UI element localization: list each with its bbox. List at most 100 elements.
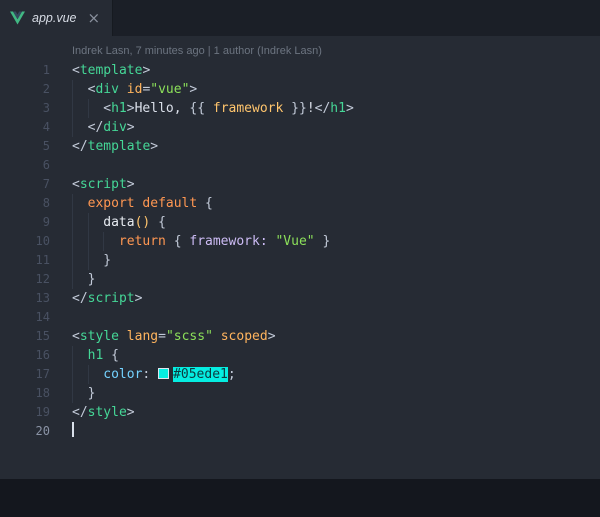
line-number: 9 [42,215,50,229]
code-token: h1 [330,101,346,116]
indent-guide [72,213,88,232]
line-number: 4 [42,120,50,134]
code-token: < [72,63,80,78]
code-line[interactable]: 11} [0,251,600,270]
editor-tab-bar: app.vue × [0,0,600,36]
color-swatch[interactable] [158,368,170,379]
line-number: 15 [35,329,50,343]
tab-app-vue[interactable]: app.vue × [0,0,114,36]
tab-filename: app.vue [32,11,77,25]
tab-close-icon[interactable]: × [87,10,100,26]
indent-guide [87,365,104,384]
code-line[interactable]: 9 data() { [0,213,600,232]
line-number: 14 [35,310,50,324]
code-token: </ [72,291,88,306]
indent-guide [72,99,88,118]
code-token: > [134,291,143,306]
code-line[interactable]: 8 export default { [0,194,600,213]
line-content: data() { [72,213,166,232]
line-content: <h1>Hello, {{ framework }}!</h1> [72,99,354,118]
line-content: } [72,384,95,403]
code-line[interactable]: 1 <template> [0,61,600,80]
code-line[interactable]: 19 </style> [0,403,600,422]
code-line[interactable]: 13 </script> [0,289,600,308]
code-token: scoped [220,329,268,344]
code-token: data [103,215,135,230]
code-token: Hello, [134,101,190,116]
line-content: <template> [72,61,150,80]
line-number: 6 [42,158,50,172]
code-token: < [72,329,80,344]
vue-logo-icon [10,11,25,26]
panel-strip [0,479,600,517]
code-token: } [87,272,96,287]
line-content: export default { [72,194,213,213]
code-line[interactable]: 17 color: #05ede1; [0,365,600,384]
code-line[interactable]: 6 [0,156,600,175]
indent-guide [103,232,119,251]
line-number: 20 [35,424,50,438]
code-token: {{ [189,101,213,116]
indent-guide [87,99,104,118]
code-token: #05ede1 [173,367,228,382]
line-content [72,422,74,441]
code-line[interactable]: 16 h1 { [0,346,600,365]
line-content: </template> [72,137,158,156]
code-token: > [126,120,135,135]
code-token: { [205,196,213,211]
code-token: } [103,253,112,268]
line-number: 18 [35,386,50,400]
line-content: </div> [72,118,135,137]
code-token: ; [227,367,236,382]
line-number: 11 [35,253,50,267]
code-line[interactable]: 10 return { framework: "Vue" } [0,232,600,251]
code-line[interactable]: 20 [0,422,600,441]
code-editor-window: app.vue × Indrek Lasn, 7 minutes ago | 1… [0,0,600,517]
code-line[interactable]: 3 <h1>Hello, {{ framework }}!</h1> [0,99,600,118]
line-content: color: #05ede1; [72,365,236,384]
code-token: > [126,405,135,420]
code-line[interactable]: 14 [0,308,600,327]
code-token: } [322,234,331,249]
code-token: > [142,63,151,78]
code-token: { [158,215,166,230]
code-token: h1 [111,101,127,116]
code-token: < [103,101,112,116]
code-token: script [79,177,127,192]
code-line[interactable]: 15 <style lang="scss" scoped> [0,327,600,346]
line-number: 10 [35,234,50,248]
git-blame-annotation[interactable]: Indrek Lasn, 7 minutes ago | 1 author (I… [72,42,600,61]
line-number: 12 [35,272,50,286]
code-token: > [267,329,276,344]
code-editor[interactable]: Indrek Lasn, 7 minutes ago | 1 author (I… [0,36,600,479]
text-cursor [72,422,74,437]
code-line[interactable]: 2 <div id="vue"> [0,80,600,99]
code-line[interactable]: 7 <script> [0,175,600,194]
code-token: </ [72,139,88,154]
indent-guide [72,80,88,99]
code-line[interactable]: 18} [0,384,600,403]
code-token: color [103,367,143,382]
code-token: lang [126,329,159,344]
code-token: ! [306,101,315,116]
line-number: 19 [35,405,50,419]
code-line[interactable]: 4 </div> [0,118,600,137]
line-number: 13 [35,291,50,305]
indent-guide [72,270,88,289]
line-number: 8 [42,196,50,210]
code-line[interactable]: 5 </template> [0,137,600,156]
indent-guide [72,384,88,403]
code-token: </ [72,405,88,420]
code-token: () [134,215,151,230]
code-line[interactable]: 12} [0,270,600,289]
code-token: export default [87,196,198,211]
code-token: > [189,82,198,97]
indent-guide [72,118,88,137]
code-token: > [126,101,135,116]
line-number: 16 [35,348,50,362]
indent-guide [87,213,104,232]
line-content: <style lang="scss" scoped> [72,327,276,346]
code-token: h1 [87,348,104,363]
